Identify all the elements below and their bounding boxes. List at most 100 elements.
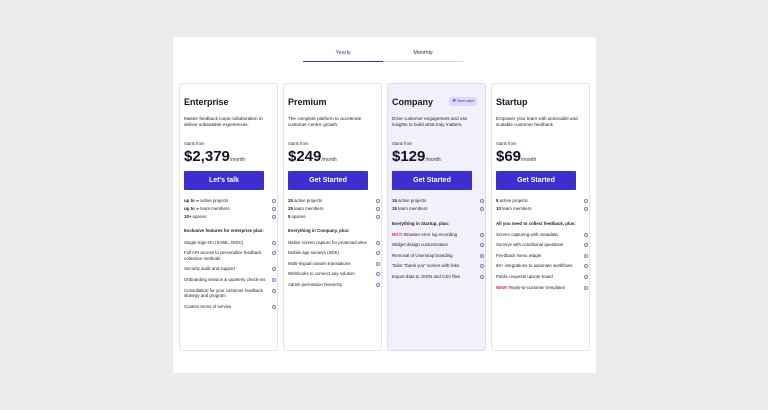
limit-item: 10+ spaces [184,214,276,220]
plan-description: The complete platform to accelerate cust… [288,116,362,127]
info-icon[interactable] [272,288,276,293]
feature-item: Onboarding session & quarterly check-ins [184,277,276,283]
new-tag: NEW! [496,284,508,290]
feature-item: 50+ integrations to automate workflows [496,263,588,269]
price-period: /month [521,157,537,163]
info-icon[interactable] [376,282,380,287]
info-icon[interactable] [584,274,588,279]
plan-limits: 25 active projects 25 team members 5 spa… [288,198,380,220]
feature-item: Feedback menu widget [496,253,588,259]
plan-card-startup: Startup Empower your team with actionabl… [491,83,590,351]
feature-item: Single-Sign-On (SAML, OIDC) [184,240,276,246]
limit-value: up to ∞ [184,206,200,212]
get-started-button[interactable]: Get Started [496,171,576,190]
info-icon[interactable] [480,253,484,258]
plan-limits: 5 active projects 10 team members [496,198,588,212]
starts-from-label: Starts from [288,141,309,146]
plan-limits: up to ∞ active projects up to ∞ team mem… [184,198,276,220]
limit-label: active projects [498,198,528,203]
starts-from-label: Starts from [184,141,205,146]
info-icon[interactable] [480,264,484,269]
lets-talk-button[interactable]: Let's talk [184,171,264,190]
info-icon[interactable] [272,277,276,282]
feature-item: Surveys with conditional questions [496,242,588,248]
price-period: /month [425,157,441,163]
info-icon[interactable] [376,215,380,220]
plan-card-company: Company ★Best value Drive customer engag… [387,83,486,351]
info-icon[interactable] [584,232,588,237]
features-heading: Exclusive features for enterprise plan: [184,228,264,233]
feature-text: Custom terms of service [184,303,232,309]
plan-description: Drive customer engagement and use insigh… [392,116,468,127]
feature-item: HOT! Browser error log recording [392,232,484,238]
info-icon[interactable] [584,199,588,203]
info-icon[interactable] [480,232,484,237]
feature-item: Removal of Usersnap branding [392,253,484,259]
feature-item: Native screen capture for protected site… [288,240,380,246]
feature-item: Full API access to personalize feedback … [184,250,276,261]
plan-price: $69/month [496,148,536,165]
info-icon[interactable] [272,267,276,272]
limit-item: 15 active projects [392,198,484,204]
plan-name: Premium [288,97,327,107]
feature-text: Feedback menu widget [496,252,542,258]
tab-monthly[interactable]: Monthly [383,45,463,62]
info-icon[interactable] [480,243,484,248]
info-icon[interactable] [272,207,276,212]
info-icon[interactable] [272,199,276,203]
info-icon[interactable] [480,274,484,279]
price-period: /month [321,157,337,163]
feature-item: Widget design customization [392,242,484,248]
feature-item: Security audit and support [184,266,276,272]
plan-price: $249/month [288,148,337,165]
info-icon[interactable] [376,251,380,256]
info-icon[interactable] [376,261,380,266]
feature-text: Full API access to personalize feedback … [184,250,262,261]
feature-item: Webhooks to connect any solution [288,271,380,277]
info-icon[interactable] [272,304,276,309]
info-icon[interactable] [480,207,484,212]
feature-text: Screen capturing with metadata [496,231,558,237]
price-period: /month [229,157,246,163]
feature-text: Export data to JSON and CSV files [392,273,461,279]
info-icon[interactable] [480,199,484,203]
info-icon[interactable] [272,240,276,245]
feature-text: Onboarding session & quarterly check-ins [184,276,266,282]
info-icon[interactable] [376,207,380,212]
features-heading: Everything in Startup, plus: [392,221,450,226]
get-started-button[interactable]: Get Started [392,171,472,190]
feature-text: Native screen capture for protected site… [288,239,367,245]
info-icon[interactable] [376,272,380,277]
info-icon[interactable] [584,243,588,248]
price-amount: $249 [288,148,322,165]
features-heading: All you need to collect feedback, plus: [496,221,576,226]
hot-tag: HOT! [392,231,403,237]
limit-item: 25 active projects [288,198,380,204]
limit-label: team members [292,206,324,212]
limit-label: active projects [199,198,229,203]
info-icon[interactable] [584,207,588,212]
plan-description: Empower your team with actionable and sc… [496,116,578,127]
feature-text: Consultation for your customer feedback … [184,287,263,299]
info-icon[interactable] [584,285,588,290]
info-icon[interactable] [376,199,380,203]
feature-item: Multi-lingual custom translations [288,261,380,267]
info-icon[interactable] [272,251,276,256]
info-icon[interactable] [376,240,380,245]
tab-yearly[interactable]: Yearly [303,45,383,62]
get-started-button[interactable]: Get Started [288,171,368,190]
limit-item: 5 active projects [496,198,588,204]
feature-item: Admin permission hierarchy [288,282,380,288]
feature-text: Widget design customization [392,242,448,248]
feature-text: Security audit and support [184,266,236,272]
info-icon[interactable] [584,264,588,269]
info-icon[interactable] [584,253,588,258]
pricing-panel: Yearly Monthly Enterprise Master feedbac… [173,37,596,373]
info-icon[interactable] [272,215,276,220]
limit-label: spaces [191,214,207,220]
plan-name: Enterprise [184,97,229,107]
plan-price: $129/month [392,148,441,165]
feature-text: 50+ integrations to automate workflows [496,263,573,269]
price-amount: $69 [496,148,522,165]
plan-features: Everything in Startup, plus: HOT! Browse… [392,221,484,280]
